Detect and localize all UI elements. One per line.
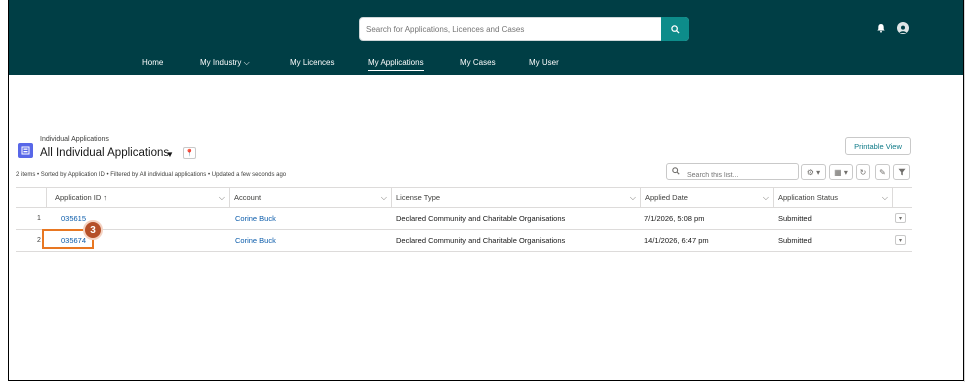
chevron-down-icon: ▾	[898, 237, 902, 244]
nav-my-industry-label: My Industry	[200, 58, 242, 67]
status-cell: Submitted	[778, 236, 812, 245]
filter-button[interactable]	[893, 164, 910, 180]
list-meta: 2 items • Sorted by Application ID • Fil…	[16, 172, 287, 178]
object-label: Individual Applications	[40, 136, 109, 143]
column-license-type[interactable]: License Type ⌵	[391, 188, 640, 207]
scrollbar[interactable]	[964, 0, 972, 382]
table-header: Application ID ↑ ⌵ Account ⌵ License Typ…	[16, 187, 912, 208]
status-cell: Submitted	[778, 214, 812, 223]
column-actions	[892, 188, 912, 207]
sort-ascending-icon: ↑	[103, 193, 108, 202]
applied-date-cell: 14/1/2026, 6:47 pm	[644, 236, 709, 245]
pencil-icon: ✎	[879, 167, 886, 177]
row-number: 1	[37, 215, 41, 222]
column-label: Account	[234, 193, 262, 202]
account-link[interactable]: Corine Buck	[235, 208, 276, 229]
chevron-down-icon: ▾	[898, 215, 902, 222]
license-type-cell: Declared Community and Charitable Organi…	[396, 236, 566, 245]
search-icon	[670, 24, 680, 34]
pin-icon: 📍	[185, 150, 194, 157]
column-label: Application Status	[778, 193, 839, 202]
edit-list-button[interactable]: ✎	[875, 164, 890, 180]
application-icon	[21, 146, 30, 155]
user-avatar-icon[interactable]	[897, 22, 909, 34]
chevron-down-icon[interactable]: ⌵	[381, 188, 387, 207]
chevron-down-icon[interactable]: ⌵	[630, 188, 636, 207]
table-icon: ▦ ▾	[834, 167, 848, 177]
gear-icon: ⚙ ▾	[806, 167, 821, 177]
nav-home[interactable]: Home	[142, 58, 163, 67]
search-icon	[672, 167, 680, 175]
list-view-title[interactable]: All Individual Applications	[40, 147, 169, 159]
search-button[interactable]	[661, 17, 689, 41]
chevron-down-icon[interactable]: ⌵	[219, 188, 225, 207]
table-row: 1 035615 Corine Buck Declared Community …	[16, 208, 912, 230]
row-actions-button[interactable]: ▾	[895, 213, 906, 223]
column-label: License Type	[396, 193, 441, 202]
step-badge: 3	[83, 220, 103, 240]
license-type-cell: Declared Community and Charitable Organi…	[396, 214, 566, 223]
nav-my-licences[interactable]: My Licences	[290, 58, 334, 67]
page-frame: Home My Industry ⌵ My Licences My Applic…	[8, 0, 964, 381]
refresh-icon: ↻	[859, 167, 867, 177]
applications-table: Application ID ↑ ⌵ Account ⌵ License Typ…	[16, 187, 912, 252]
chevron-down-icon[interactable]: ⌵	[763, 188, 769, 207]
chevron-down-icon[interactable]: ⌵	[882, 188, 888, 207]
site-header: Home My Industry ⌵ My Licences My Applic…	[9, 0, 963, 75]
list-view-dropdown-icon[interactable]: ▼	[166, 150, 174, 159]
column-application-id[interactable]: Application ID ↑ ⌵	[46, 188, 229, 207]
filter-icon	[898, 168, 905, 176]
display-as-button[interactable]: ▦ ▾	[829, 164, 853, 180]
global-search-input[interactable]	[360, 18, 662, 40]
applied-date-cell: 7/1/2026, 5:08 pm	[644, 214, 705, 223]
column-account[interactable]: Account ⌵	[229, 188, 391, 207]
object-icon	[18, 143, 33, 158]
refresh-button[interactable]: ↻	[856, 164, 870, 180]
column-label: Application ID	[55, 193, 102, 202]
list-search[interactable]	[666, 163, 799, 184]
main-nav: Home My Industry ⌵ My Licences My Applic…	[9, 58, 963, 72]
pin-list-button[interactable]: 📍	[183, 147, 196, 159]
nav-my-applications[interactable]: My Applications	[368, 58, 424, 71]
chevron-down-icon: ⌵	[243, 58, 250, 67]
column-label: Applied Date	[645, 193, 688, 202]
person-icon	[899, 25, 907, 33]
nav-my-user[interactable]: My User	[529, 58, 559, 67]
column-applied-date[interactable]: Applied Date ⌵	[640, 188, 773, 207]
global-search[interactable]	[359, 17, 689, 41]
column-application-status[interactable]: Application Status ⌵	[773, 188, 892, 207]
application-id-link[interactable]: 035615	[61, 208, 86, 229]
nav-my-cases[interactable]: My Cases	[460, 58, 496, 67]
table-row: 2 035674 Corine Buck Declared Community …	[16, 230, 912, 252]
row-number: 2	[37, 237, 41, 244]
notification-bell-icon[interactable]	[876, 23, 886, 33]
list-settings-button[interactable]: ⚙ ▾	[801, 164, 826, 180]
printable-view-button[interactable]: Printable View	[845, 137, 911, 155]
row-actions-button[interactable]: ▾	[895, 235, 906, 245]
nav-my-industry[interactable]: My Industry ⌵	[200, 58, 250, 68]
account-link[interactable]: Corine Buck	[235, 230, 276, 251]
list-search-input[interactable]	[685, 167, 799, 184]
